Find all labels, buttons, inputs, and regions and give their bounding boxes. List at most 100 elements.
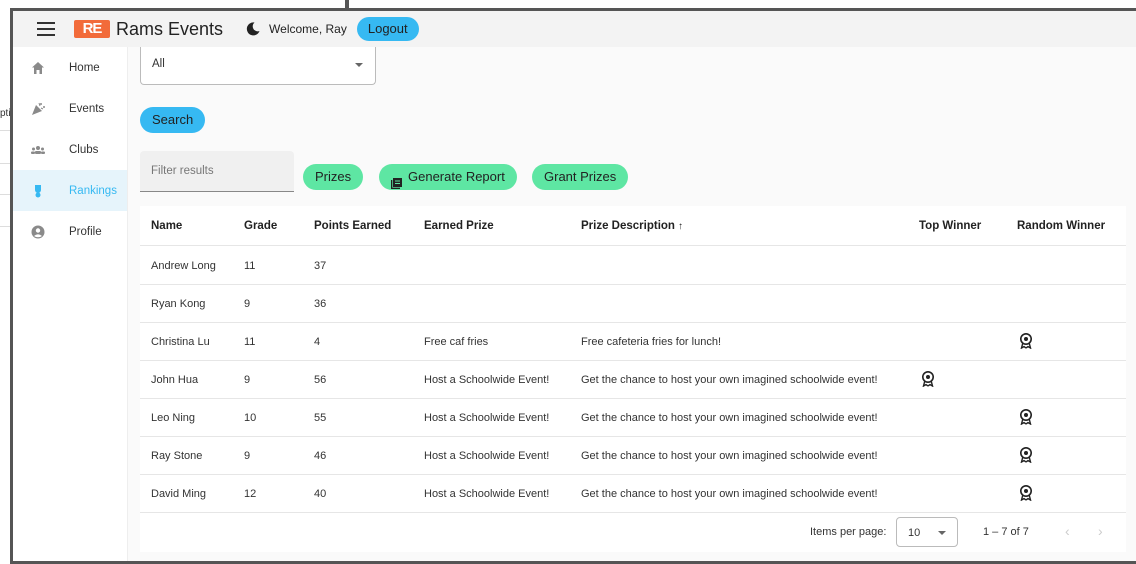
moon-icon[interactable] <box>245 21 261 37</box>
generate-report-button[interactable]: Generate Report <box>379 164 517 190</box>
top-toolbar: RE Rams Events Welcome, Ray Logout <box>13 11 1136 47</box>
cell-prize-description: Get the chance to host your own imagined… <box>581 450 878 462</box>
cell-prize-description: Free cafeteria fries for lunch! <box>581 336 722 348</box>
cell-prize-description: Get the chance to host your own imagined… <box>581 374 878 386</box>
cell-points: 4 <box>314 336 321 348</box>
sidebar-item-profile[interactable]: Profile <box>13 211 127 252</box>
cell-grade: 9 <box>244 450 251 462</box>
rankings-table: Name Grade Points Earned Earned Prize Pr… <box>140 206 1126 552</box>
cell-prize-description: Get the chance to host your own imagined… <box>581 412 878 424</box>
cell-grade: 9 <box>244 374 251 386</box>
items-per-page-value: 10 <box>908 527 921 539</box>
groups-icon <box>31 143 45 157</box>
sidebar-item-label: Events <box>69 102 105 115</box>
column-header-top-winner[interactable]: Top Winner <box>919 220 981 232</box>
cell-grade: 9 <box>244 298 251 310</box>
cell-points: 56 <box>314 374 327 386</box>
cell-name: John Hua <box>151 374 199 386</box>
sidebar-item-clubs[interactable]: Clubs <box>13 129 127 170</box>
cell-prize-description: Get the chance to host your own imagined… <box>581 488 878 500</box>
cell-name: Ryan Kong <box>151 298 206 310</box>
column-header-label: Prize Description <box>581 220 675 232</box>
sidebar-item-home[interactable]: Home <box>13 47 127 88</box>
app-window: RE Rams Events Welcome, Ray Logout Home … <box>10 8 1136 564</box>
menu-icon[interactable] <box>37 22 55 36</box>
table-row: Leo Ning 10 55 Host a Schoolwide Event! Get … <box>140 399 1126 437</box>
welcome-text: Welcome, Ray <box>269 22 347 36</box>
table-row: Andrew Long 11 37 <box>140 247 1126 285</box>
page-range: 1 – 7 of 7 <box>983 526 1029 538</box>
paginator: Items per page: 10 1 – 7 of 7 ‹ › <box>140 512 1126 552</box>
grade-select[interactable]: All <box>140 47 376 85</box>
prizes-button[interactable]: Prizes <box>303 164 364 190</box>
column-header-name[interactable]: Name <box>151 220 182 232</box>
cell-earned-prize: Host a Schoolwide Event! <box>424 450 550 462</box>
grant-prizes-button[interactable]: Grant Prizes <box>532 164 629 190</box>
table-row: John Hua 9 56 Host a Schoolwide Event! Get t… <box>140 361 1126 399</box>
chevron-left-icon[interactable]: ‹ <box>1065 523 1070 539</box>
party-icon <box>31 102 45 116</box>
column-header-points[interactable]: Points Earned <box>314 220 391 232</box>
table-row: Ray Stone 9 46 Host a Schoolwide Event! Get … <box>140 437 1126 475</box>
cell-earned-prize: Host a Schoolwide Event! <box>424 488 550 500</box>
cell-points: 40 <box>314 488 327 500</box>
rankings-content: All Search Filter results Prizes Generat… <box>129 47 1136 561</box>
search-button[interactable]: Search <box>140 107 206 133</box>
cell-name: Christina Lu <box>151 336 210 348</box>
sidebar-item-label: Profile <box>69 225 102 238</box>
sidebar-item-events[interactable]: Events <box>13 88 127 129</box>
column-header-grade[interactable]: Grade <box>244 220 277 232</box>
column-header-earned-prize[interactable]: Earned Prize <box>424 220 494 232</box>
cell-points: 46 <box>314 450 327 462</box>
filter-placeholder: Filter results <box>151 165 214 177</box>
cell-grade: 11 <box>244 260 256 272</box>
background-window-fragment: pti <box>0 108 11 119</box>
sidebar-item-rankings[interactable]: Rankings <box>13 170 127 211</box>
report-icon <box>391 172 402 189</box>
table-row: David Ming 12 40 Host a Schoolwide Event! Ge… <box>140 475 1126 513</box>
cell-name: Leo Ning <box>151 412 196 424</box>
account-icon <box>31 225 45 239</box>
generate-report-label: Generate Report <box>408 169 505 184</box>
cell-name: Ray Stone <box>151 450 203 462</box>
items-per-page-select[interactable]: 10 <box>896 517 958 547</box>
random-winner-award-icon <box>1019 485 1033 502</box>
sort-arrow-icon: ↑ <box>677 221 683 232</box>
table-row: Ryan Kong 9 36 <box>140 285 1126 323</box>
sidebar: Home Events Clubs Rankings Profile <box>13 47 128 561</box>
table-header: Name Grade Points Earned Earned Prize Pr… <box>140 206 1126 246</box>
column-header-prize-description[interactable]: Prize Description ↑ <box>581 220 683 232</box>
table-row: Christina Lu 11 4 Free caf fries Free cafete… <box>140 323 1126 361</box>
cell-earned-prize: Free caf fries <box>424 336 489 348</box>
chevron-down-icon <box>355 63 363 67</box>
cell-grade: 12 <box>244 488 257 500</box>
cell-points: 36 <box>314 298 327 310</box>
logout-button[interactable]: Logout <box>356 17 419 41</box>
random-winner-award-icon <box>1019 409 1033 426</box>
app-title: Rams Events <box>116 18 224 39</box>
filter-input[interactable]: Filter results <box>140 151 294 192</box>
home-icon <box>31 61 45 75</box>
cell-points: 55 <box>314 412 327 424</box>
sidebar-item-label: Home <box>69 61 100 74</box>
cell-earned-prize: Host a Schoolwide Event! <box>424 374 550 386</box>
sidebar-item-label: Clubs <box>69 143 99 156</box>
random-winner-award-icon <box>1019 333 1033 350</box>
chevron-down-icon <box>938 531 946 535</box>
column-header-random-winner[interactable]: Random Winner <box>1017 220 1105 232</box>
grade-select-value: All <box>152 58 165 70</box>
trophy-icon <box>31 184 45 198</box>
prizes-button-label: Prizes <box>315 169 352 184</box>
cell-name: David Ming <box>151 488 207 500</box>
random-winner-award-icon <box>1019 447 1033 464</box>
sidebar-item-label: Rankings <box>69 184 117 197</box>
cell-earned-prize: Host a Schoolwide Event! <box>424 412 550 424</box>
cell-name: Andrew Long <box>151 260 216 272</box>
top-winner-award-icon <box>921 371 935 388</box>
cell-grade: 11 <box>244 336 256 348</box>
chevron-right-icon[interactable]: › <box>1098 523 1103 539</box>
items-per-page-label: Items per page: <box>810 526 887 538</box>
app-logo: RE <box>74 20 110 38</box>
cell-grade: 10 <box>244 412 257 424</box>
grant-prizes-label: Grant Prizes <box>544 169 617 184</box>
